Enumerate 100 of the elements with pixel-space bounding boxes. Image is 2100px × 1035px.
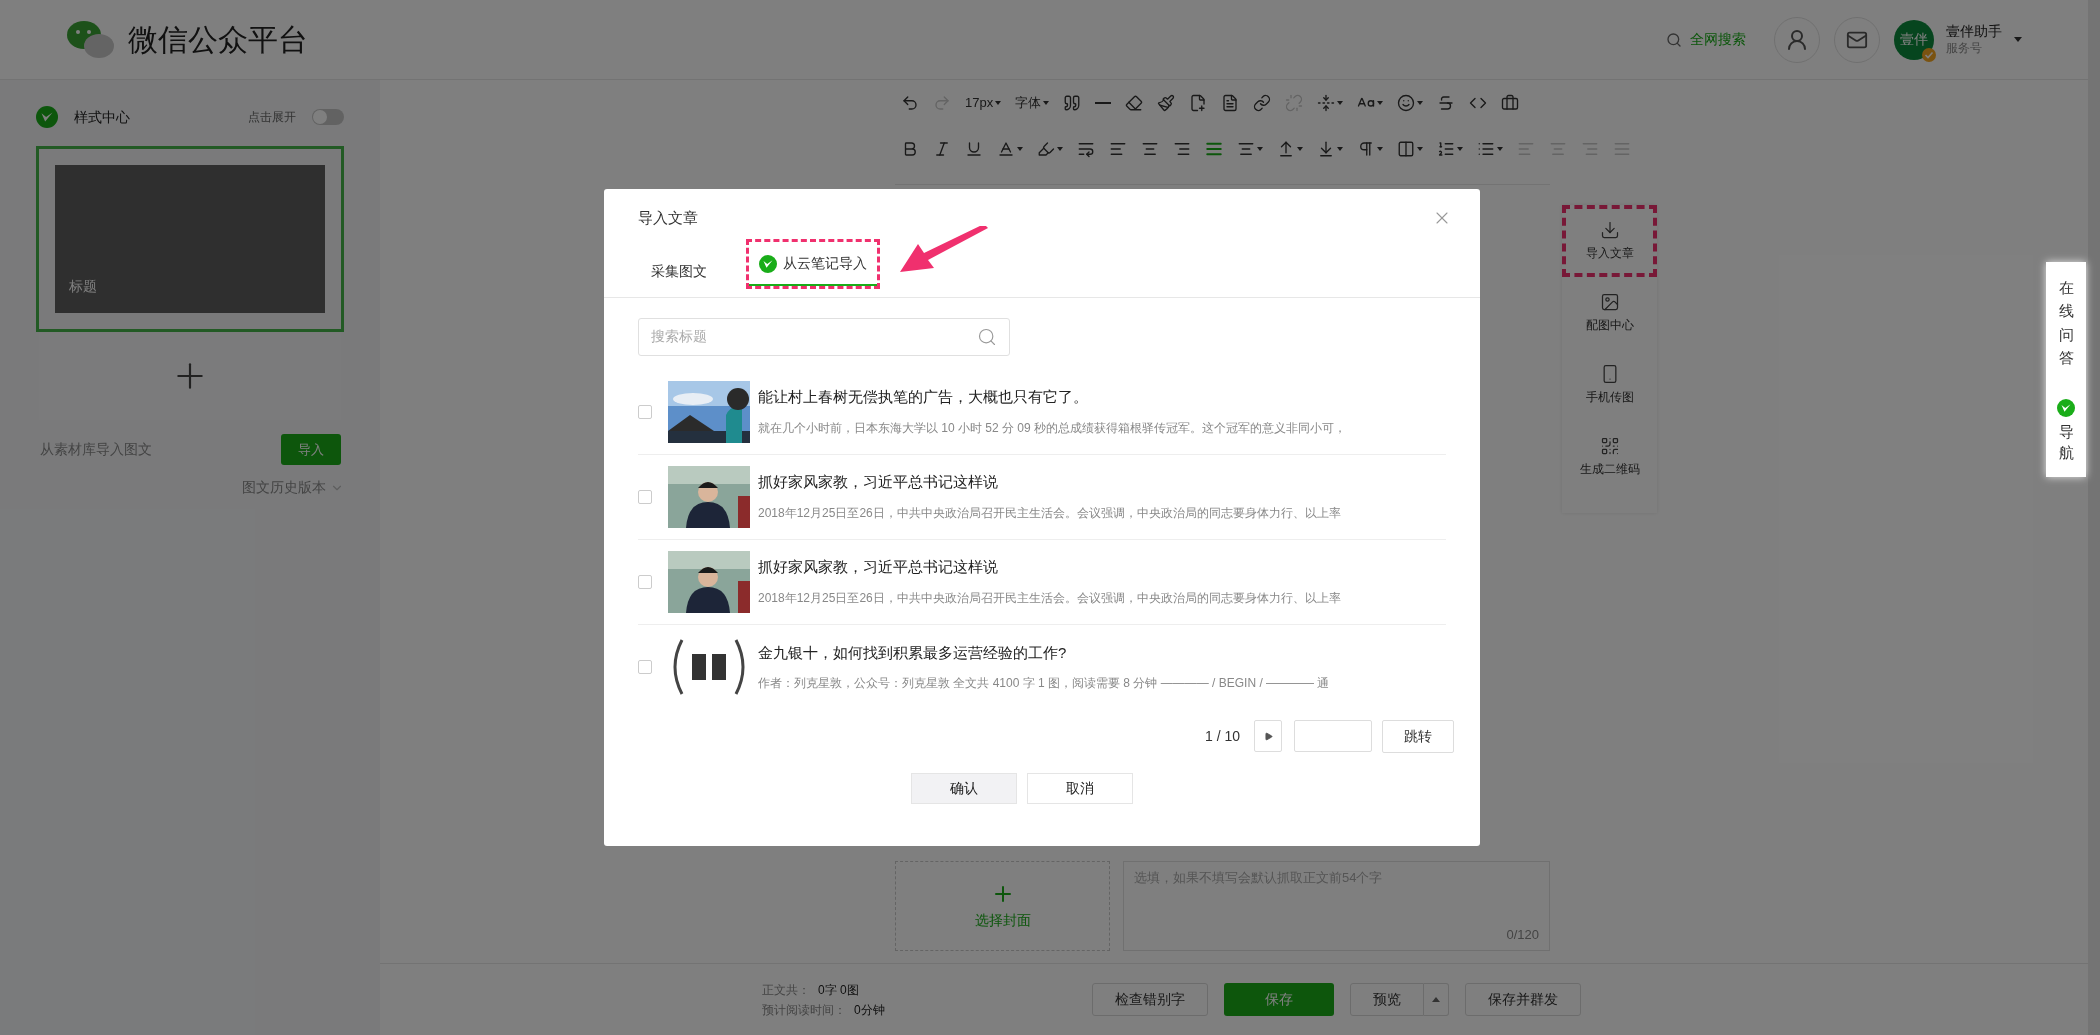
toolbar-button[interactable] (1437, 94, 1456, 112)
toolbar-button[interactable] (1317, 140, 1343, 158)
expand-toggle[interactable] (312, 109, 344, 125)
italic-icon (933, 140, 951, 158)
caret-icon[interactable] (2014, 37, 2022, 42)
checkbox[interactable] (638, 404, 652, 419)
side-tool-button[interactable]: 生成二维码 (1562, 421, 1657, 493)
checkbox[interactable] (638, 660, 652, 674)
dialog-tab[interactable]: 从云笔记导入 (746, 238, 880, 289)
logo-icon (36, 106, 58, 128)
indent-icon (1077, 140, 1095, 158)
toolbar-button[interactable] (1063, 94, 1082, 112)
toolbar-button[interactable] (1277, 140, 1303, 158)
choose-cover-button[interactable]: 选择封面 (895, 861, 1110, 951)
checkbox[interactable] (638, 574, 652, 589)
toolbar-button[interactable] (1077, 140, 1095, 158)
jump-button[interactable]: 跳转 (1382, 719, 1454, 753)
toolbar-button[interactable] (1037, 140, 1063, 158)
toolbar-button[interactable] (1253, 94, 1272, 112)
play-icon (1263, 731, 1273, 741)
caret-icon (1257, 147, 1263, 151)
toolbar-button[interactable] (1437, 140, 1463, 158)
toolbar-button[interactable] (1237, 140, 1263, 158)
article-summary: 就在几个小时前，日本东海大学以 10 小时 52 分 09 秒的总成绩获得箱根驿传冠军。这个冠军的意义非同小可， (758, 419, 1347, 437)
side-tool-button[interactable]: 导入文章 (1562, 205, 1657, 277)
bullet-list-icon (1477, 140, 1495, 158)
toolbar-button[interactable] (1501, 94, 1520, 112)
avatar[interactable]: 壹伴 (1894, 19, 1934, 60)
reading-time-value: 0分钟 (854, 1001, 885, 1019)
link-icon (1253, 94, 1272, 112)
toolbar-button[interactable] (1125, 94, 1144, 112)
briefcase-icon (1501, 94, 1520, 112)
toolbar-button[interactable] (1477, 140, 1503, 158)
next-page-button[interactable] (1254, 720, 1282, 752)
navigation-link[interactable]: 导航 (2058, 421, 2074, 463)
toolbar-button[interactable] (1157, 94, 1176, 112)
word-count-value: 0字 0图 (818, 981, 859, 999)
search-field[interactable]: 搜索标题 (638, 317, 1010, 356)
logo-icon (759, 254, 777, 273)
cancel-button[interactable]: 取消 (1027, 772, 1133, 804)
global-search-link[interactable]: 全网搜索 (1666, 29, 1746, 50)
verified-badge-icon (1922, 47, 1936, 62)
article-summary: 2018年12月25日至26日，中共中央政治局召开民主生活会。会议强调，中央政治局的同志要身体力行、以上率 (758, 504, 1341, 522)
search-input[interactable]: 搜索标题 (651, 326, 977, 347)
toolbar-button[interactable] (1317, 94, 1344, 112)
underline-icon (965, 140, 983, 158)
toolbar-button[interactable] (1173, 140, 1191, 158)
toolbar-button[interactable] (1357, 140, 1383, 158)
caret-icon (1043, 101, 1050, 105)
qr-code-icon (1599, 436, 1620, 456)
action-button[interactable]: 检查错别字 (1092, 983, 1208, 1016)
article-title[interactable]: 抓好家风家教，习近平总书记这样说 (758, 471, 1341, 494)
align-left-icon (1109, 140, 1127, 158)
toolbar-button[interactable] (1221, 94, 1240, 112)
align-center-icon (1141, 140, 1159, 158)
online-qa-link[interactable]: 在线问答 (2058, 276, 2074, 369)
align-justify-icon (1613, 140, 1631, 158)
caret-icon (1497, 147, 1503, 151)
document-icon (1221, 94, 1240, 112)
character-counter: 0/120 (1506, 925, 1539, 944)
toolbar-dropdown[interactable]: 字体 (1015, 93, 1050, 113)
toolbar-button[interactable] (1397, 140, 1423, 158)
side-tool-button[interactable]: 配图中心 (1562, 277, 1657, 349)
toolbar-button[interactable] (1141, 140, 1159, 158)
highlighter-icon (1037, 140, 1055, 158)
article-title[interactable]: 金九银十，如何找到积累最多运营经验的工作? (758, 641, 1330, 665)
toolbar-button[interactable] (965, 140, 983, 158)
quote-icon (1063, 94, 1082, 112)
action-button[interactable]: 保存并群发 (1465, 983, 1581, 1016)
checkbox[interactable] (638, 489, 652, 504)
paintbrush-icon (1157, 94, 1176, 112)
toolbar-button[interactable] (997, 140, 1023, 158)
toolbar-button[interactable] (1109, 140, 1127, 158)
caret-icon (1017, 147, 1023, 151)
article-title[interactable]: 抓好家风家教，习近平总书记这样说 (758, 556, 1341, 579)
import-button[interactable]: 导入 (281, 434, 341, 465)
emoji-icon (1397, 94, 1416, 112)
dialog-tab[interactable]: 采集图文 (638, 246, 720, 297)
toolbar-button[interactable] (1189, 94, 1208, 112)
preview-button[interactable]: 预览 (1350, 983, 1424, 1016)
caret-icon (1377, 147, 1383, 151)
caret-icon (1417, 101, 1424, 105)
article-card[interactable]: 标题 (36, 146, 344, 332)
search-icon (1666, 31, 1682, 48)
confirm-button[interactable]: 确认 (911, 772, 1017, 804)
toolbar-button[interactable] (901, 94, 919, 112)
toolbar-button[interactable] (933, 140, 951, 158)
toolbar-button[interactable] (1397, 94, 1424, 112)
eraser-icon (1125, 94, 1144, 112)
toolbar-dropdown[interactable]: 17px (965, 93, 1002, 113)
article-summary: 2018年12月25日至26日，中共中央政治局召开民主生活会。会议强调，中央政治局的同志要身体力行、以上率 (758, 589, 1341, 607)
align-center-icon (1549, 140, 1567, 158)
article-title[interactable]: 能让村上春树无偿执笔的广告，大概也只有它了。 (758, 386, 1347, 409)
preview-menu-button[interactable] (1424, 983, 1449, 1016)
save-button[interactable]: 保存 (1224, 983, 1334, 1016)
align-left-icon (1517, 140, 1535, 158)
side-tool-button[interactable]: 手机传图 (1562, 349, 1657, 421)
page-input[interactable] (1294, 720, 1372, 752)
search-icon (977, 326, 997, 347)
align-center-icon (1237, 140, 1255, 158)
